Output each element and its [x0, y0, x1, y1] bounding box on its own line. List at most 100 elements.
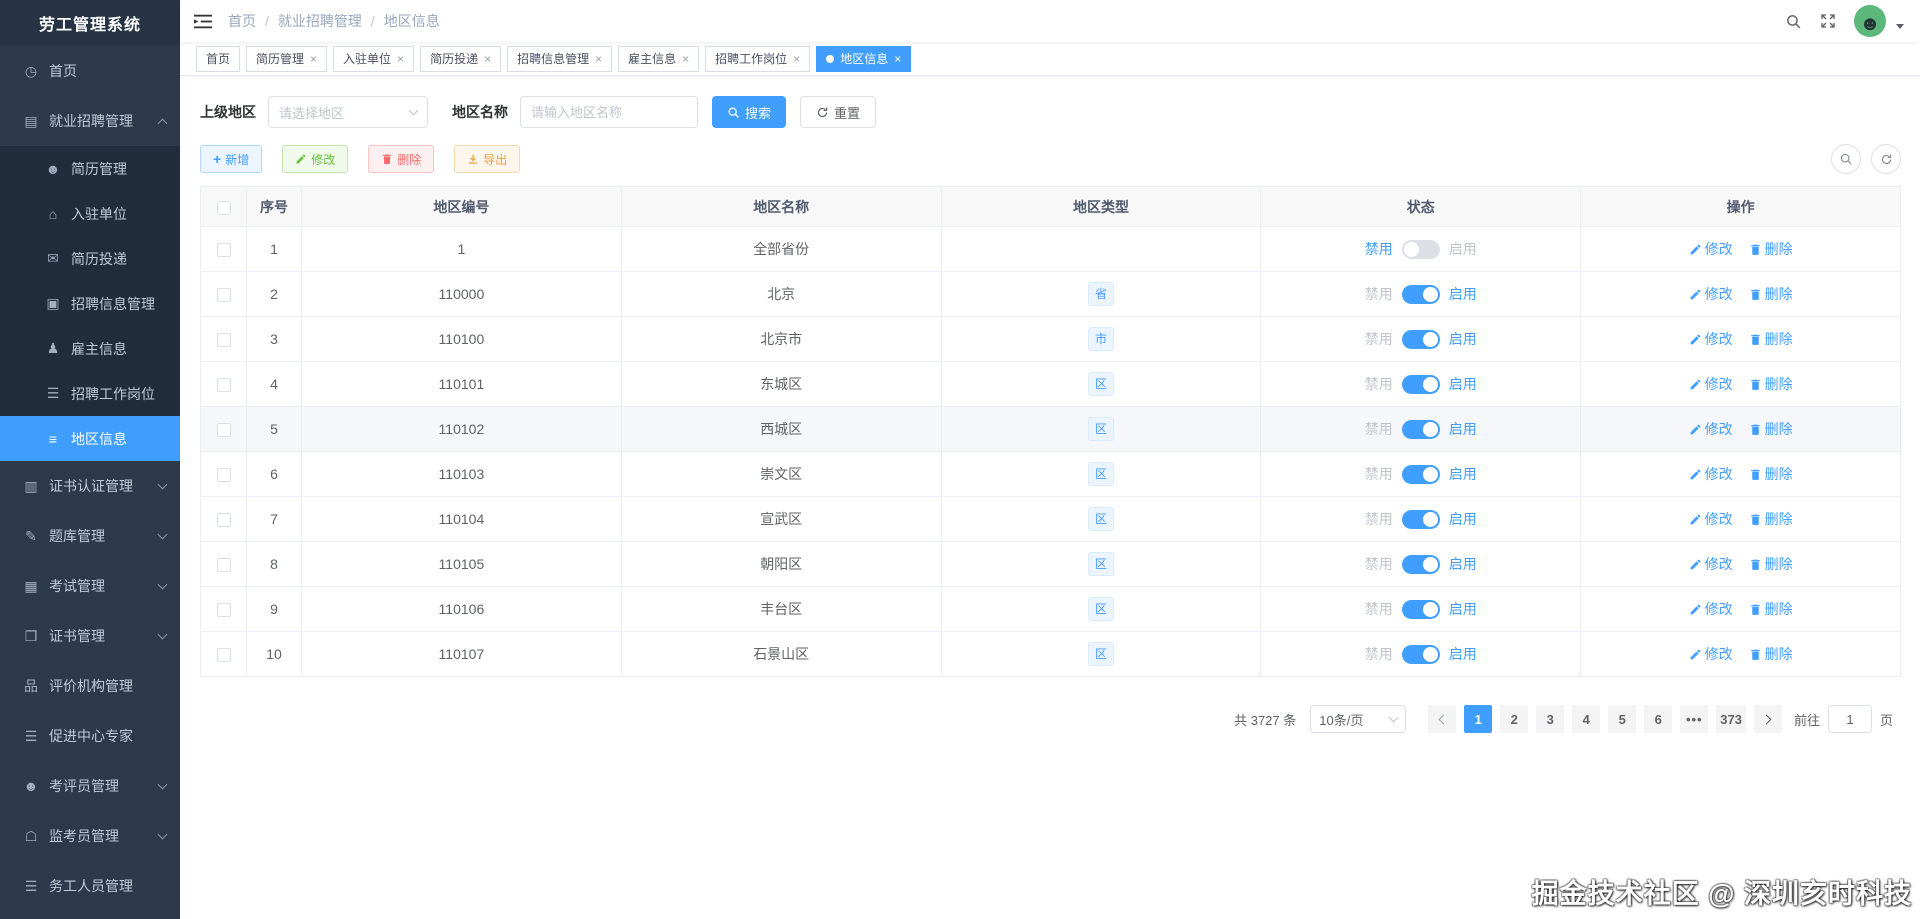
- sidebar-item-resume-management[interactable]: ☻ 简历管理: [0, 146, 180, 191]
- status-toggle[interactable]: [1401, 419, 1440, 439]
- caret-down-icon[interactable]: [1896, 23, 1904, 29]
- row-delete-button[interactable]: 删除: [1749, 599, 1793, 619]
- sidebar-item-promotion-expert[interactable]: ☰ 促进中心专家: [0, 711, 180, 761]
- row-delete-button[interactable]: 删除: [1749, 239, 1793, 259]
- hamburger-menu-icon[interactable]: [194, 14, 212, 29]
- edit-button[interactable]: 修改: [282, 145, 349, 173]
- row-delete-button[interactable]: 删除: [1749, 644, 1793, 664]
- status-toggle[interactable]: [1401, 284, 1440, 304]
- sidebar-item-resume-delivery[interactable]: ✉ 简历投递: [0, 236, 180, 281]
- row-delete-button[interactable]: 删除: [1749, 554, 1793, 574]
- goto-page-input[interactable]: [1827, 705, 1872, 733]
- sidebar-item-employment-recruitment[interactable]: ▤ 就业招聘管理: [0, 96, 180, 146]
- page-button-6[interactable]: 6: [1644, 705, 1673, 733]
- prev-page-button[interactable]: [1428, 705, 1457, 733]
- tab-item-2[interactable]: 入驻单位: [333, 45, 415, 72]
- row-edit-button[interactable]: 修改: [1689, 509, 1733, 529]
- tab-close-icon[interactable]: [484, 53, 491, 65]
- status-toggle[interactable]: [1401, 509, 1440, 529]
- row-edit-button[interactable]: 修改: [1689, 284, 1733, 304]
- add-button[interactable]: 新增: [200, 145, 263, 173]
- select-all-checkbox[interactable]: [216, 200, 231, 215]
- sidebar-item-region-info[interactable]: ≡ 地区信息: [0, 416, 180, 461]
- row-checkbox[interactable]: [216, 288, 231, 303]
- page-button-5[interactable]: 5: [1608, 705, 1637, 733]
- sidebar-item-exam-management[interactable]: ▦ 考试管理: [0, 561, 180, 611]
- row-edit-button[interactable]: 修改: [1689, 599, 1733, 619]
- row-edit-button[interactable]: 修改: [1689, 554, 1733, 574]
- tab-item-1[interactable]: 简历管理: [246, 45, 328, 72]
- parent-region-select[interactable]: 请选择地区: [268, 96, 428, 128]
- row-edit-button[interactable]: 修改: [1689, 374, 1733, 394]
- status-toggle[interactable]: [1401, 374, 1440, 394]
- tab-close-icon[interactable]: [894, 53, 901, 65]
- tab-item-3[interactable]: 简历投递: [420, 45, 502, 72]
- sidebar-item-settled-units[interactable]: ⌂ 入驻单位: [0, 191, 180, 236]
- table-refresh-button[interactable]: [1871, 144, 1901, 174]
- row-checkbox[interactable]: [216, 558, 231, 573]
- row-delete-button[interactable]: 删除: [1749, 464, 1793, 484]
- status-toggle[interactable]: [1401, 329, 1440, 349]
- user-avatar[interactable]: ☻: [1854, 5, 1886, 37]
- tab-item-5[interactable]: 雇主信息: [618, 45, 700, 72]
- page-button-4[interactable]: 4: [1572, 705, 1601, 733]
- row-checkbox[interactable]: [216, 423, 231, 438]
- status-toggle[interactable]: [1401, 554, 1440, 574]
- row-checkbox[interactable]: [216, 603, 231, 618]
- export-button[interactable]: 导出: [454, 145, 521, 173]
- row-delete-button[interactable]: 删除: [1749, 509, 1793, 529]
- row-delete-button[interactable]: 删除: [1749, 419, 1793, 439]
- tab-close-icon[interactable]: [310, 53, 317, 65]
- row-checkbox[interactable]: [216, 648, 231, 663]
- sidebar-item-worker-management[interactable]: ☰ 务工人员管理: [0, 861, 180, 911]
- page-button-2[interactable]: 2: [1500, 705, 1529, 733]
- row-delete-button[interactable]: 删除: [1749, 329, 1793, 349]
- table-search-button[interactable]: [1831, 144, 1861, 174]
- sidebar-item-job-positions[interactable]: ☰ 招聘工作岗位: [0, 371, 180, 416]
- status-toggle[interactable]: [1401, 599, 1440, 619]
- delete-button[interactable]: 删除: [368, 145, 435, 173]
- row-checkbox[interactable]: [216, 378, 231, 393]
- row-checkbox[interactable]: [216, 513, 231, 528]
- row-edit-button[interactable]: 修改: [1689, 239, 1733, 259]
- sidebar-item-home[interactable]: ◷ 首页: [0, 46, 180, 96]
- sidebar-item-employer-info[interactable]: ♟ 雇主信息: [0, 326, 180, 371]
- row-edit-button[interactable]: 修改: [1689, 464, 1733, 484]
- sidebar-item-evaluation-org[interactable]: 品评价机构管理: [0, 661, 180, 711]
- row-delete-button[interactable]: 删除: [1749, 374, 1793, 394]
- tab-close-icon[interactable]: [595, 53, 602, 65]
- region-name-input[interactable]: [520, 96, 698, 128]
- sidebar-item-proctor-management[interactable]: ☖ 监考员管理: [0, 811, 180, 861]
- page-button-3[interactable]: 3: [1536, 705, 1565, 733]
- fullscreen-icon[interactable]: [1820, 13, 1836, 29]
- search-icon[interactable]: [1785, 13, 1802, 30]
- row-delete-button[interactable]: 删除: [1749, 284, 1793, 304]
- sidebar-item-assessor-management[interactable]: ☻ 考评员管理: [0, 761, 180, 811]
- status-toggle[interactable]: [1401, 464, 1440, 484]
- row-edit-button[interactable]: 修改: [1689, 419, 1733, 439]
- tab-item-6[interactable]: 招聘工作岗位: [705, 45, 811, 72]
- page-button-373[interactable]: 373: [1716, 705, 1746, 733]
- breadcrumb-module[interactable]: 就业招聘管理: [278, 11, 362, 31]
- status-toggle[interactable]: [1401, 239, 1440, 259]
- sidebar-item-question-bank[interactable]: ✎ 题库管理: [0, 511, 180, 561]
- search-button[interactable]: 搜索: [712, 96, 787, 128]
- tab-item-4[interactable]: 招聘信息管理: [507, 45, 613, 72]
- tab-close-icon[interactable]: [682, 53, 689, 65]
- row-checkbox[interactable]: [216, 333, 231, 348]
- page-size-select[interactable]: 10条/页: [1310, 705, 1407, 733]
- next-page-button[interactable]: [1753, 705, 1782, 733]
- row-edit-button[interactable]: 修改: [1689, 329, 1733, 349]
- tab-close-icon[interactable]: [793, 53, 800, 65]
- tab-item-7[interactable]: 地区信息: [816, 45, 912, 72]
- row-checkbox[interactable]: [216, 468, 231, 483]
- sidebar-item-certificate-auth[interactable]: ▥ 证书认证管理: [0, 461, 180, 511]
- page-button-1[interactable]: 1: [1464, 705, 1493, 733]
- status-toggle[interactable]: [1401, 644, 1440, 664]
- row-edit-button[interactable]: 修改: [1689, 644, 1733, 664]
- tab-close-icon[interactable]: [397, 53, 404, 65]
- breadcrumb-home[interactable]: 首页: [228, 11, 256, 31]
- reset-button[interactable]: 重置: [800, 96, 877, 128]
- sidebar-item-certificate-management[interactable]: ❐ 证书管理: [0, 611, 180, 661]
- sidebar-item-recruitment-info[interactable]: ▣ 招聘信息管理: [0, 281, 180, 326]
